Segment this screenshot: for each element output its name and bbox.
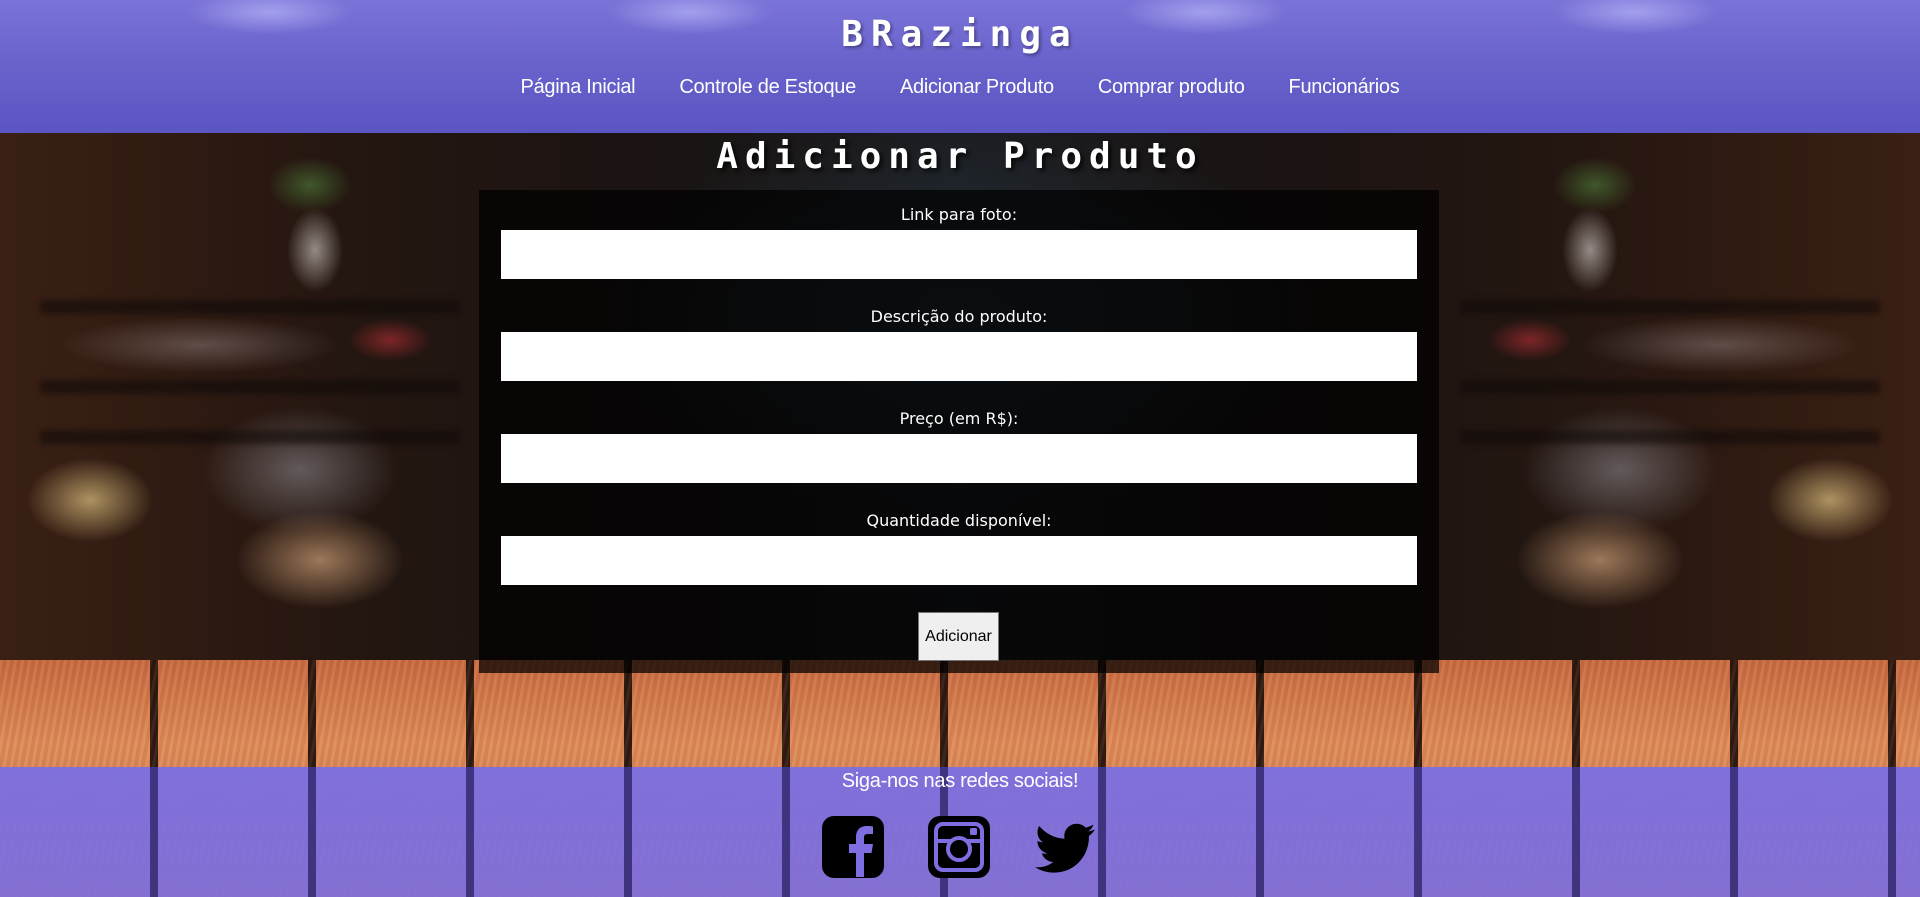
- main-nav: Página Inicial Controle de Estoque Adici…: [0, 76, 1920, 99]
- nav-item-controle-estoque[interactable]: Controle de Estoque: [679, 76, 856, 99]
- price-label: Preço (em R$):: [899, 409, 1019, 428]
- facebook-icon[interactable]: [821, 815, 885, 879]
- product-description-input[interactable]: [501, 332, 1417, 381]
- nav-item-funcionarios[interactable]: Funcionários: [1289, 76, 1400, 99]
- quantity-label: Quantidade disponível:: [866, 511, 1052, 530]
- quantity-input[interactable]: [501, 536, 1417, 585]
- nav-item-comprar-produto[interactable]: Comprar produto: [1098, 76, 1245, 99]
- page-title: Adicionar Produto: [716, 136, 1204, 177]
- price-input[interactable]: [501, 434, 1417, 483]
- nav-item-adicionar-produto[interactable]: Adicionar Produto: [900, 76, 1054, 99]
- brand-logo-text[interactable]: BRazinga: [0, 14, 1920, 55]
- twitter-icon[interactable]: [1033, 815, 1097, 879]
- instagram-icon[interactable]: [927, 815, 991, 879]
- photo-link-label: Link para foto:: [900, 205, 1018, 224]
- photo-link-input[interactable]: [501, 230, 1417, 279]
- site-header: BRazinga Página Inicial Controle de Esto…: [0, 0, 1920, 133]
- product-description-label: Descrição do produto:: [870, 307, 1048, 326]
- footer-follow-text: Siga-nos nas redes sociais!: [841, 770, 1079, 792]
- nav-item-pagina-inicial[interactable]: Página Inicial: [521, 76, 636, 99]
- add-product-form: Link para foto: Descrição do produto: Pr…: [479, 190, 1439, 673]
- add-button[interactable]: Adicionar: [918, 612, 999, 661]
